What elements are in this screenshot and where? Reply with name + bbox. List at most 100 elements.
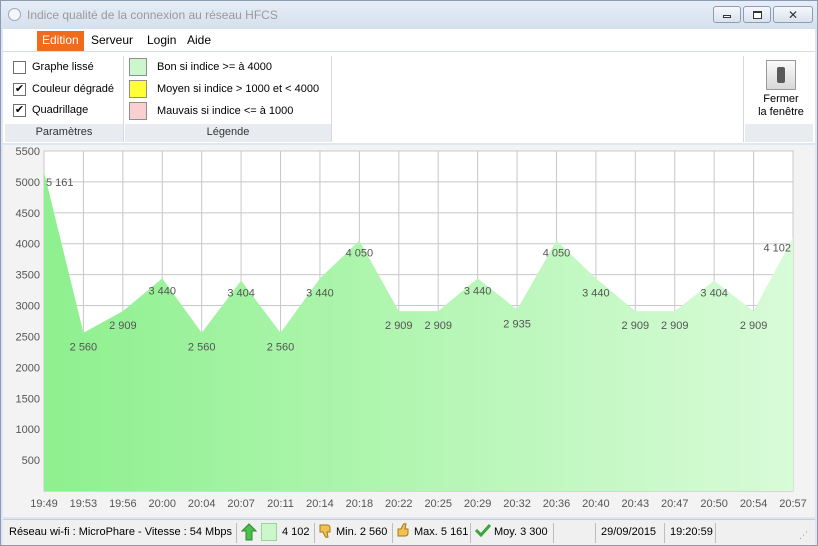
y-tick-label: 1500	[16, 393, 40, 405]
current-level-swatch	[261, 523, 277, 541]
x-tick-label: 20:32	[503, 498, 531, 510]
status-separator	[314, 523, 315, 543]
x-tick-label: 20:07	[227, 498, 255, 510]
data-label: 2 909	[109, 320, 137, 332]
option-label: Couleur dégradé	[32, 83, 114, 95]
checkbox-quadrillage[interactable]: ✔	[13, 103, 26, 117]
status-separator	[553, 523, 554, 543]
legend-swatch-mauvais	[129, 102, 147, 120]
data-label: 2 909	[661, 320, 689, 332]
legend-label: Mauvais si indice <= à 1000	[157, 105, 294, 117]
y-tick-label: 1000	[16, 424, 40, 436]
status-separator	[392, 523, 393, 543]
group-label-parametres: Paramètres	[5, 124, 123, 142]
legend-item-mauvais: Mauvais si indice <= à 1000	[129, 102, 293, 120]
x-tick-label: 20:22	[385, 498, 413, 510]
close-icon: ✕	[787, 7, 799, 22]
x-tick-label: 20:36	[543, 498, 571, 510]
maximize-button[interactable]	[743, 6, 771, 23]
y-tick-label: 5000	[16, 177, 40, 189]
minimize-button[interactable]	[713, 6, 741, 23]
status-network: Réseau wi-fi : MicroPhare - Vitesse : 54…	[9, 526, 232, 538]
x-tick-label: 20:25	[424, 498, 452, 510]
chart-area: 500 1000 1500 2000 2500 3000 3500 4000 4500 5000 5…	[3, 145, 815, 517]
data-label: 2 909	[740, 320, 768, 332]
menu-bar: Edition Serveur Login Aide	[3, 29, 815, 51]
data-label: 3 440	[148, 285, 176, 297]
checkbox-graphe-lisse[interactable]	[13, 60, 26, 74]
x-tick-label: 19:53	[70, 498, 98, 510]
option-quadrillage[interactable]: ✔ Quadrillage	[13, 102, 88, 118]
status-separator	[715, 523, 716, 543]
status-separator	[470, 523, 471, 543]
thumbs-up-icon	[396, 522, 412, 538]
close-window-tool-button[interactable]: Fermer la fenêtre	[749, 58, 813, 120]
status-bar: Réseau wi-fi : MicroPhare - Vitesse : 54…	[3, 519, 815, 545]
status-current: 4 102	[282, 526, 310, 538]
data-label: 2 560	[188, 342, 216, 354]
group-separator	[123, 56, 124, 142]
data-label: 3 404	[227, 288, 255, 300]
data-label: 3 404	[700, 288, 728, 300]
option-label: Quadrillage	[32, 104, 89, 116]
menu-login[interactable]: Login	[142, 31, 181, 51]
group-label-legende: Légende	[125, 124, 331, 142]
legend-item-bon: Bon si indice >= à 4000	[129, 58, 272, 76]
checkbox-couleur-degrade[interactable]: ✔	[13, 82, 26, 96]
legend-label: Moyen si indice > 1000 et < 4000	[157, 83, 320, 95]
status-separator	[664, 523, 665, 543]
group-label-empty	[745, 124, 813, 142]
menu-serveur[interactable]: Serveur	[86, 31, 138, 51]
checkmark-icon	[474, 523, 492, 539]
data-label: 2 560	[267, 342, 295, 354]
x-tick-label: 20:14	[306, 498, 334, 510]
minimize-icon	[723, 15, 731, 18]
y-tick-label: 3000	[16, 301, 40, 313]
data-label: 3 440	[582, 287, 610, 299]
y-tick-label: 4000	[16, 239, 40, 251]
x-tick-label: 20:00	[148, 498, 176, 510]
legend-label: Bon si indice >= à 4000	[157, 61, 272, 73]
close-window-button[interactable]: ✕	[773, 6, 813, 23]
data-label: 4 050	[543, 248, 571, 260]
window-title: Indice qualité de la connexion au réseau…	[27, 8, 278, 22]
group-separator	[743, 56, 744, 142]
thumbs-down-icon	[318, 523, 334, 539]
x-tick-label: 20:04	[188, 498, 216, 510]
ribbon-panel: Graphe lissé ✔ Couleur dégradé ✔ Quadril…	[3, 51, 815, 143]
x-tick-label: 19:56	[109, 498, 137, 510]
title-bar: Indice qualité de la connexion au réseau…	[1, 1, 817, 29]
group-separator	[331, 56, 332, 142]
arrow-up-icon	[240, 523, 258, 541]
close-tool-label-2: la fenêtre	[758, 106, 804, 118]
data-label: 2 909	[622, 320, 650, 332]
data-label: 3 440	[464, 285, 492, 297]
switch-icon	[766, 60, 796, 90]
x-tick-label: 20:11	[267, 498, 294, 510]
menu-edition[interactable]: Edition	[37, 31, 84, 51]
y-tick-label: 4500	[16, 208, 40, 220]
option-couleur-degrade[interactable]: ✔ Couleur dégradé	[13, 81, 114, 97]
option-label: Graphe lissé	[32, 61, 94, 73]
resize-grip-icon[interactable]: ⋰	[799, 528, 808, 544]
x-tick-label: 20:18	[346, 498, 374, 510]
legend-swatch-bon	[129, 58, 147, 76]
x-tick-label: 20:29	[464, 498, 492, 510]
x-tick-label: 20:57	[779, 498, 807, 510]
option-graphe-lisse[interactable]: Graphe lissé	[13, 59, 94, 75]
status-avg: Moy. 3 300	[494, 526, 548, 538]
status-time: 19:20:59	[670, 526, 713, 538]
y-tick-label: 2500	[16, 331, 40, 343]
menu-aide[interactable]: Aide	[182, 31, 216, 51]
x-tick-label: 20:54	[740, 498, 768, 510]
data-label: 2 909	[385, 320, 413, 332]
app-icon	[8, 8, 21, 21]
x-tick-label: 20:47	[661, 498, 689, 510]
data-label: 2 909	[424, 320, 452, 332]
maximize-icon	[752, 10, 762, 19]
y-tick-label: 2000	[16, 362, 40, 374]
data-label: 4 102	[763, 242, 791, 254]
x-tick-label: 20:43	[622, 498, 650, 510]
close-tool-label-1: Fermer	[763, 93, 799, 105]
data-label: 2 560	[70, 342, 98, 354]
